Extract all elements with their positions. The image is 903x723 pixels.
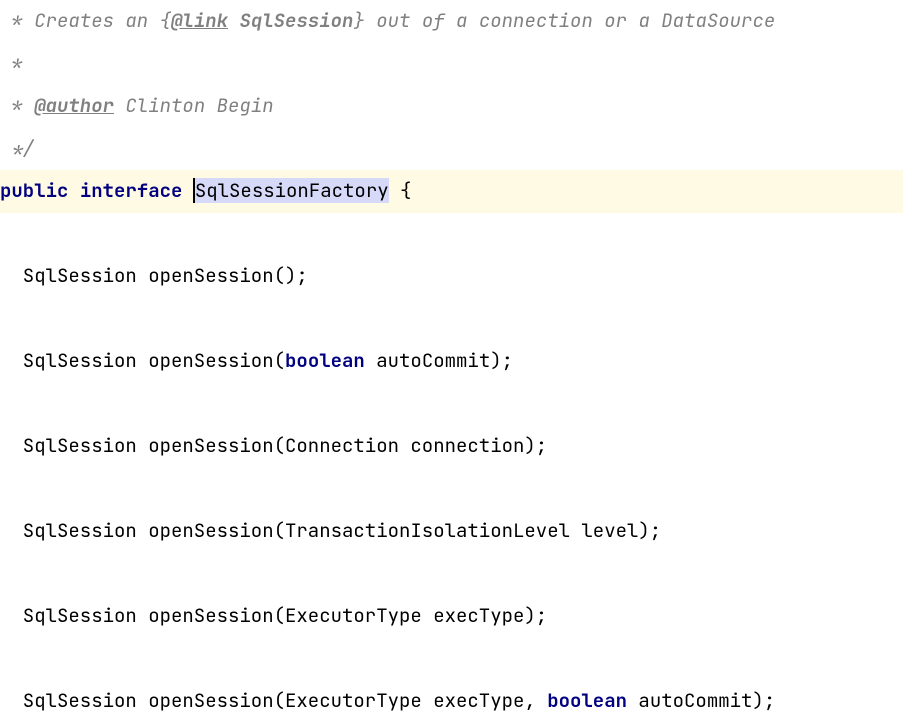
comment-text: * (0, 93, 34, 118)
code-line[interactable]: SqlSession openSession(); (0, 255, 903, 298)
blank-line[interactable] (0, 638, 903, 681)
method-signature: SqlSession openSession(); (0, 263, 308, 288)
comment-text: */ (0, 136, 34, 161)
keyword-public: public (0, 178, 68, 203)
blank-line[interactable] (0, 383, 903, 426)
comment-text: } out of a connection or a DataSource (353, 8, 775, 33)
keyword-interface: interface (80, 178, 183, 203)
code-line[interactable]: SqlSession openSession(TransactionIsolat… (0, 510, 903, 553)
comment-line[interactable]: * @author Clinton Begin (0, 85, 903, 128)
code-editor-viewport[interactable]: * Creates an {@link SqlSession} out of a… (0, 0, 903, 723)
method-signature: autoCommit); (365, 348, 513, 373)
code-line[interactable]: SqlSession openSession(ExecutorType exec… (0, 680, 903, 723)
method-signature: SqlSession openSession(ExecutorType exec… (0, 688, 547, 713)
brace: { (389, 178, 412, 203)
blank-line[interactable] (0, 298, 903, 341)
comment-text: * (0, 51, 23, 76)
blank-line[interactable] (0, 553, 903, 596)
code-line[interactable]: SqlSession openSession(Connection connec… (0, 425, 903, 468)
method-signature: SqlSession openSession(TransactionIsolat… (0, 518, 661, 543)
javadoc-link-target: SqlSession (239, 8, 353, 33)
method-signature: autoCommit); (627, 688, 775, 713)
comment-text: * Creates an { (0, 8, 171, 33)
space (68, 178, 79, 203)
comment-line[interactable]: */ (0, 128, 903, 171)
comment-text (228, 8, 239, 33)
selected-class-name: SqlSessionFactory (195, 178, 389, 203)
comment-text: Clinton Begin (114, 93, 274, 118)
javadoc-author-tag: @author (34, 93, 114, 118)
blank-line[interactable] (0, 213, 903, 256)
comment-line[interactable]: * (0, 43, 903, 86)
keyword-boolean: boolean (547, 688, 627, 713)
code-line[interactable]: SqlSession openSession(boolean autoCommi… (0, 340, 903, 383)
javadoc-link-tag: @link (171, 8, 228, 33)
comment-line[interactable]: * Creates an {@link SqlSession} out of a… (0, 0, 903, 43)
keyword-boolean: boolean (285, 348, 365, 373)
code-line[interactable]: SqlSession openSession(ExecutorType exec… (0, 595, 903, 638)
method-signature: SqlSession openSession(Connection connec… (0, 433, 547, 458)
blank-line[interactable] (0, 468, 903, 511)
method-signature: SqlSession openSession( (0, 348, 285, 373)
method-signature: SqlSession openSession(ExecutorType exec… (0, 603, 547, 628)
highlighted-line[interactable]: public interface SqlSessionFactory { (0, 170, 903, 213)
